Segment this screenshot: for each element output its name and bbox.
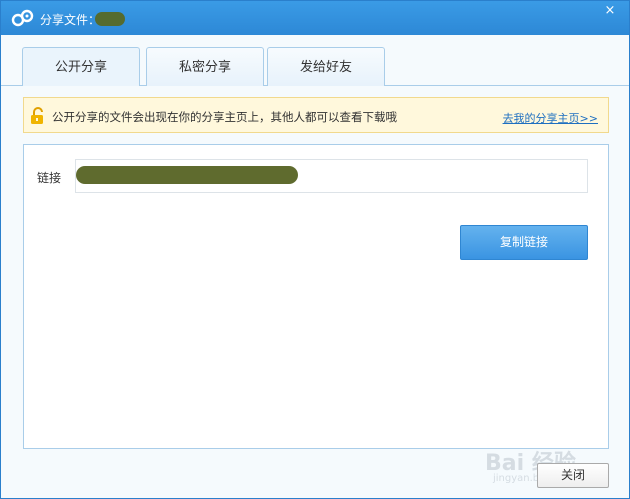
copy-link-button[interactable]: 复制链接 [460,225,588,260]
close-button[interactable]: 关闭 [537,463,609,488]
share-dialog: 分享文件： × 公开分享 私密分享 发给好友 公开分享的文件会出现在你的分享主页… [0,0,630,499]
close-icon[interactable]: × [603,4,617,18]
cloud-logo-icon [11,9,34,27]
link-label: 链接 [37,171,62,185]
notice-text: 公开分享的文件会出现在你的分享主页上，其他人都可以查看下载哦 [52,110,397,124]
share-link-field[interactable] [75,159,588,193]
redacted-filename [95,12,125,26]
unlock-icon [31,107,43,124]
public-share-notice: 公开分享的文件会出现在你的分享主页上，其他人都可以查看下载哦 去我的分享主页>> [23,97,609,133]
tab-public-share[interactable]: 公开分享 [22,47,140,86]
tab-private-share[interactable]: 私密分享 [146,47,264,86]
share-content-panel: 链接 复制链接 [23,144,609,449]
tab-send-to-friend[interactable]: 发给好友 [267,47,385,86]
title-bar[interactable]: 分享文件： × [1,1,629,35]
my-share-home-link[interactable]: 去我的分享主页>> [503,110,598,126]
window-title: 分享文件： [40,13,101,27]
redacted-link [76,166,298,184]
